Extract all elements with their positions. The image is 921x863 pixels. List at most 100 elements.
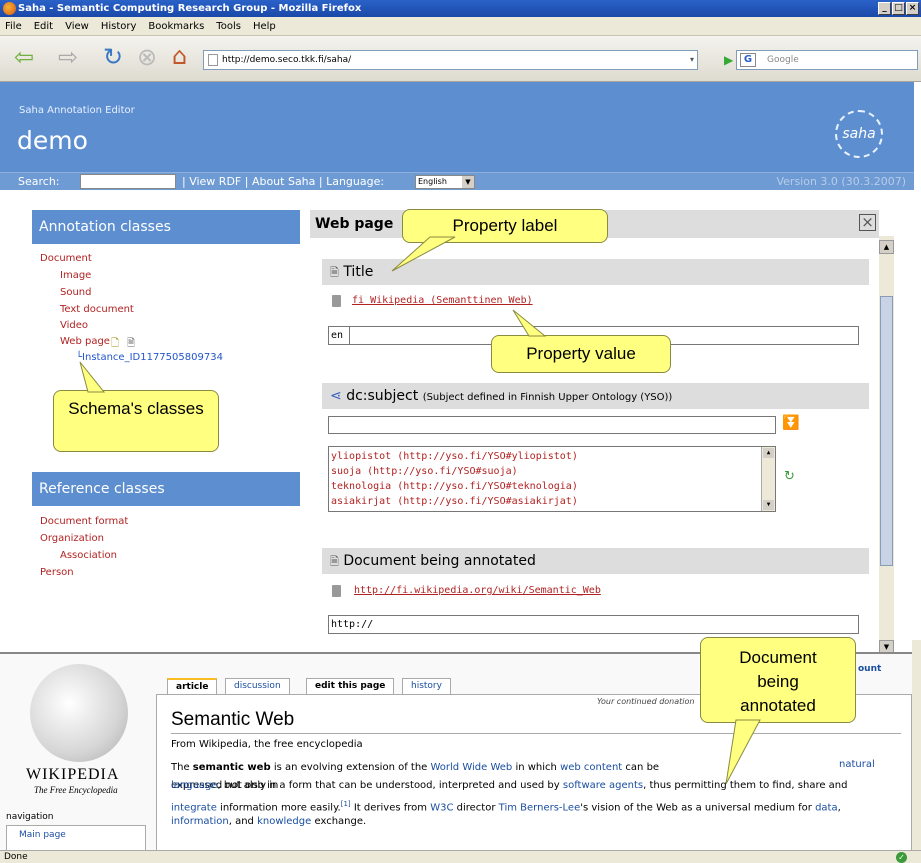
home-icon[interactable]: ⌂	[172, 43, 187, 69]
minimize-button[interactable]: _	[878, 2, 891, 15]
link-tbl[interactable]: Tim Berners-Lee	[499, 802, 581, 813]
link-w3c[interactable]: W3C	[430, 802, 453, 813]
title-value-link[interactable]: fi Wikipedia (Semanttinen Web)	[352, 295, 533, 306]
search-placeholder: Google	[767, 55, 799, 65]
callout-schema-classes: Schema's classes	[53, 390, 219, 452]
document-property-header: 🗎 Document being annotated	[322, 548, 869, 574]
chevron-down-icon: ▼	[462, 176, 474, 188]
close-button[interactable]: ×	[906, 2, 919, 15]
delete-icon[interactable]	[332, 585, 341, 597]
article-subtitle: From Wikipedia, the free encyclopedia	[171, 739, 363, 750]
firefox-icon	[3, 2, 16, 15]
link-software-agents[interactable]: software agents	[563, 780, 643, 791]
link-data[interactable]: data	[815, 802, 838, 813]
tree-item-text-document[interactable]: Text document	[60, 304, 134, 315]
subject-search-input[interactable]	[328, 416, 776, 434]
saha-search-input[interactable]	[80, 174, 176, 189]
callout-pointer	[512, 309, 547, 337]
project-title: demo	[17, 126, 88, 155]
link-www[interactable]: World Wide Web	[431, 762, 513, 773]
title-value: Wikipedia (Semanttinen Web)	[370, 295, 533, 306]
tree-item-image[interactable]: Image	[60, 270, 91, 281]
list-item[interactable]: yliopistot (http://yso.fi/YSO#yliopistot…	[331, 449, 773, 464]
list-item[interactable]: teknologia (http://yso.fi/YSO#teknologia…	[331, 479, 773, 494]
tree-item-person[interactable]: Person	[40, 567, 74, 578]
stop-icon[interactable]: ⊗	[137, 44, 157, 70]
account-link[interactable]: ount	[858, 664, 881, 674]
menu-help[interactable]: Help	[253, 17, 276, 35]
close-icon[interactable]: ×	[859, 214, 876, 231]
tree-item-organization[interactable]: Organization	[40, 533, 104, 544]
menu-file[interactable]: File	[5, 17, 22, 35]
tree-item-sound[interactable]: Sound	[60, 287, 92, 298]
search-label: Search:	[18, 175, 60, 188]
web-search-box[interactable]: G Google	[736, 50, 918, 70]
tree-item-video[interactable]: Video	[60, 320, 88, 331]
subject-list[interactable]: yliopistot (http://yso.fi/YSO#yliopistot…	[328, 446, 776, 512]
tab-history[interactable]: history	[402, 678, 451, 694]
editor-title: Web page	[315, 216, 394, 232]
tree-item-document[interactable]: Document	[40, 253, 92, 264]
title-label: Title	[343, 264, 374, 280]
link-web-content[interactable]: web content	[560, 762, 622, 773]
list-item[interactable]: asiakirjat (http://yso.fi/YSO#asiakirjat…	[331, 494, 773, 509]
menu-edit[interactable]: Edit	[34, 17, 53, 35]
wikipedia-wordmark: WIKIPEDIA	[26, 766, 120, 783]
link-integrate[interactable]: integrate	[171, 802, 217, 813]
forward-arrow-icon[interactable]: ⇨	[58, 44, 78, 70]
menu-tools[interactable]: Tools	[216, 17, 241, 35]
article-line-2: language, but also in a form that can be…	[171, 780, 848, 791]
go-arrow-icon[interactable]: ▶	[724, 53, 733, 67]
navigation-toolbar: ⇦ ⇨ ↻ ⊗ ⌂ http://demo.seco.tkk.fi/saha/ …	[0, 36, 921, 82]
toolbar-links[interactable]: | View RDF | About Saha | Language:	[182, 173, 384, 190]
editor-scrollbar[interactable]: ▲ ▼	[879, 236, 894, 654]
maximize-button[interactable]: □	[892, 2, 905, 15]
nav-main-page[interactable]: Main page	[19, 830, 66, 840]
list-scrollbar[interactable]: ▲ ▼	[761, 447, 775, 511]
new-instance-icon[interactable]: 🗋	[111, 336, 119, 353]
saha-toolbar: Search: | View RDF | About Saha | Langua…	[0, 172, 914, 190]
document-value-link[interactable]: http://fi.wikipedia.org/wiki/Semantic_We…	[354, 585, 601, 596]
menu-bar: File Edit View History Bookmarks Tools H…	[0, 17, 921, 36]
link-information[interactable]: information	[171, 816, 229, 827]
reload-icon[interactable]: ↻	[103, 44, 123, 70]
delete-icon[interactable]	[332, 295, 341, 307]
menu-history[interactable]: History	[101, 17, 137, 35]
title-lang: fi	[352, 295, 365, 306]
url-text: http://demo.seco.tkk.fi/saha/	[222, 55, 352, 65]
document-url-input[interactable]: http://	[328, 615, 859, 634]
subject-property-header: ⋖ dc:subject (Subject defined in Finnish…	[322, 383, 869, 409]
subject-label: dc:subject	[346, 388, 419, 404]
callout-pointer	[391, 236, 456, 272]
dropdown-arrow-icon[interactable]: ▾	[690, 51, 694, 69]
wikipedia-globe-icon	[30, 664, 128, 762]
list-instances-icon[interactable]: 🗎	[127, 336, 135, 353]
language-value: English	[418, 177, 447, 186]
link-language[interactable]: language	[171, 780, 218, 791]
back-arrow-icon[interactable]: ⇦	[14, 44, 34, 70]
annotation-classes-header: Annotation classes	[32, 210, 300, 244]
tab-article[interactable]: article	[167, 678, 218, 694]
refresh-icon[interactable]: ↻	[784, 469, 795, 484]
google-icon: G	[740, 53, 756, 67]
tree-item-document-format[interactable]: Document format	[40, 516, 128, 527]
menu-bookmarks[interactable]: Bookmarks	[148, 17, 204, 35]
article-heading: Semantic Web	[171, 709, 295, 730]
new-value-lang[interactable]: en	[329, 327, 350, 344]
funnel-icon[interactable]: ⏬	[782, 415, 799, 431]
tree-item-web-page[interactable]: Web page	[60, 336, 110, 347]
menu-view[interactable]: View	[65, 17, 89, 35]
document-icon: 🗎	[330, 266, 339, 279]
reference-classes-header: Reference classes	[32, 472, 300, 506]
callout-schema-text: Schema's classes	[68, 399, 204, 418]
link-natural[interactable]: natural	[839, 759, 875, 770]
tree-item-association[interactable]: Association	[60, 550, 117, 561]
language-select[interactable]: English ▼	[415, 175, 475, 189]
list-item[interactable]: suoja (http://yso.fi/YSO#suoja)	[331, 464, 773, 479]
main-editor-panel: Web page × 🗎 Title fi Wikipedia (Semantt…	[310, 210, 879, 655]
tab-discussion[interactable]: discussion	[225, 678, 290, 694]
url-bar[interactable]: http://demo.seco.tkk.fi/saha/ ▾	[203, 50, 698, 70]
wiki-scrollbar[interactable]	[912, 640, 921, 850]
link-knowledge[interactable]: knowledge	[257, 816, 311, 827]
tab-edit[interactable]: edit this page	[306, 678, 395, 694]
